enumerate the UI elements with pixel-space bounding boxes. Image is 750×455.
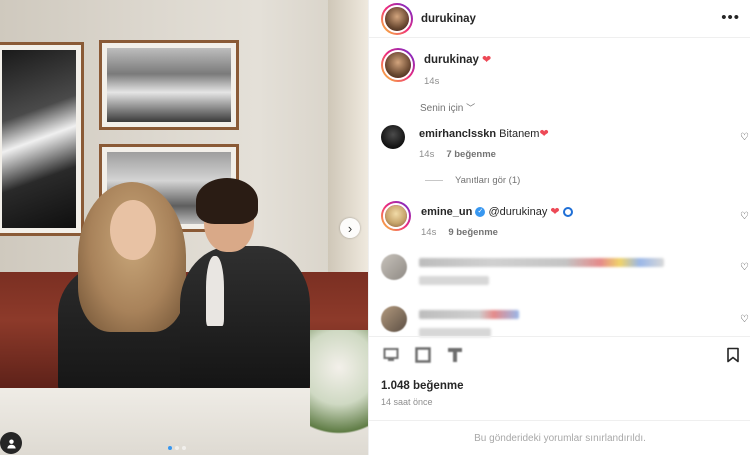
carousel-dot xyxy=(175,446,179,450)
blurred-comment-text xyxy=(419,258,664,267)
blue-circle-emoji-icon xyxy=(562,207,573,218)
comment-avatar[interactable] xyxy=(381,201,411,231)
heart-icon[interactable]: ♡ xyxy=(740,132,749,143)
comment-username[interactable]: emine_un xyxy=(421,206,472,218)
comment-time[interactable]: 14s xyxy=(419,148,434,162)
post-header: durukinay xyxy=(369,0,750,38)
comment-avatar[interactable] xyxy=(381,125,405,149)
comment-likes[interactable]: 9 beğenme xyxy=(448,226,498,240)
comment-row: emine_un ✓ @durukinay ❤ 14s 9 beğenme ♡ xyxy=(381,201,750,240)
comment-heart-emoji: ❤ xyxy=(539,128,549,140)
carousel-dot xyxy=(182,446,186,450)
verified-badge-icon: ✓ xyxy=(475,207,486,218)
comment-icon[interactable] xyxy=(415,347,431,363)
caption-username[interactable]: durukinay xyxy=(424,54,479,66)
more-options-icon[interactable]: ••• xyxy=(721,9,740,26)
photo-person-right-hair xyxy=(196,178,258,224)
comment-username[interactable]: emirhanclsskn xyxy=(419,128,496,140)
post-photo[interactable]: › xyxy=(0,0,368,455)
post-time[interactable]: 14 saat önce xyxy=(381,397,433,407)
heart-icon[interactable]: ♡ xyxy=(740,211,749,222)
comment-row-blurred: ♡ xyxy=(381,254,750,285)
for-you-label: Senin için xyxy=(420,103,464,114)
carousel-dot xyxy=(168,446,172,450)
chevron-down-icon: ﹀ xyxy=(466,103,476,113)
comments-limited-notice: Bu gönderideki yorumlar sınırlandırıldı. xyxy=(369,420,750,455)
user-tag-icon xyxy=(6,438,16,449)
heart-icon[interactable] xyxy=(383,347,399,363)
comment-row: emirhanclsskn Bitanem❤ 14s 7 beğenme ♡ xyxy=(381,125,750,162)
heart-icon[interactable]: ♡ xyxy=(740,262,749,273)
photo-person-left-face xyxy=(110,200,156,260)
comment-avatar-blurred[interactable] xyxy=(381,254,407,280)
wall-frame-top xyxy=(99,40,239,130)
share-icon[interactable] xyxy=(447,347,463,363)
view-replies-button[interactable]: Yanıtları gör (1) xyxy=(425,175,520,186)
comment-likes[interactable]: 7 beğenme xyxy=(446,148,496,162)
action-bar xyxy=(369,336,750,372)
photo-person-right-shirt xyxy=(206,256,224,326)
likes-count[interactable]: 1.048 beğenme xyxy=(381,380,463,392)
heart-icon[interactable]: ♡ xyxy=(740,314,749,325)
user-tag-button[interactable] xyxy=(0,432,22,454)
comment-time[interactable]: 14s xyxy=(421,226,436,240)
comment-text: Bitanem xyxy=(499,128,540,140)
caption-time[interactable]: 14s xyxy=(424,75,439,89)
view-replies-label: Yanıtları gör (1) xyxy=(455,175,521,186)
replies-divider xyxy=(425,180,443,181)
wall-frame-left xyxy=(0,42,84,236)
carousel-next-button[interactable]: › xyxy=(340,218,360,238)
photo-flowers xyxy=(310,330,368,455)
for-you-filter[interactable]: Senin için ﹀ xyxy=(420,101,475,114)
comment-mention[interactable]: @durukinay xyxy=(488,206,547,218)
author-avatar[interactable] xyxy=(381,2,413,35)
caption-avatar[interactable] xyxy=(381,48,415,82)
comment-heart-emoji: ❤ xyxy=(550,206,560,218)
bookmark-icon[interactable] xyxy=(725,347,741,363)
chevron-right-icon: › xyxy=(347,220,353,236)
carousel-indicator xyxy=(168,446,186,450)
caption-row: durukinay ❤ 14s xyxy=(381,48,491,89)
blurred-comment-meta xyxy=(419,276,489,285)
author-username[interactable]: durukinay xyxy=(421,13,476,25)
comment-row-blurred: ♡ xyxy=(381,306,750,337)
instagram-post-view: › durukinay ••• durukinay ❤ 14s Senin iç… xyxy=(0,0,750,455)
photo-person-right xyxy=(180,246,310,392)
post-side-panel: durukinay ••• durukinay ❤ 14s Senin için… xyxy=(368,0,750,455)
comment-avatar-blurred[interactable] xyxy=(381,306,407,332)
blurred-comment-text xyxy=(419,310,519,319)
caption-heart-emoji: ❤ xyxy=(482,54,492,66)
